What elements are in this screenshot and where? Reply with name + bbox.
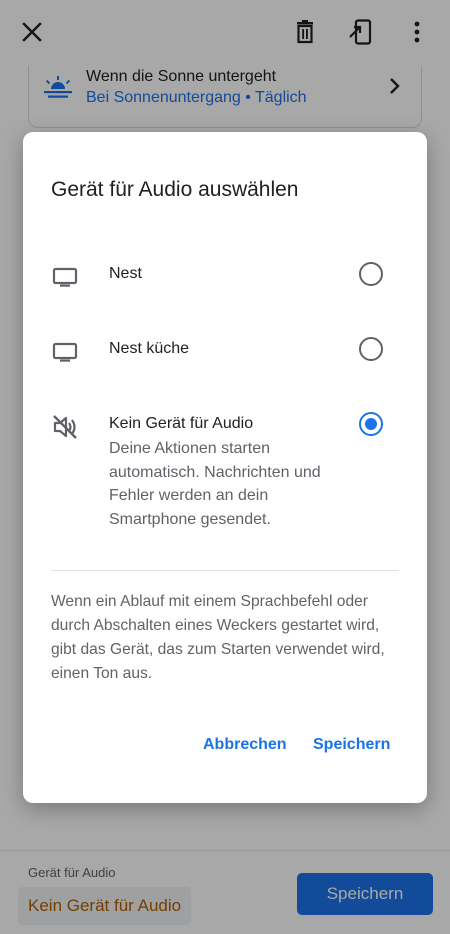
- dialog-info-text: Wenn ein Ablauf mit einem Sprachbefehl o…: [51, 593, 385, 682]
- radio-no-audio-device[interactable]: [359, 412, 383, 436]
- option-label: Nest: [109, 265, 142, 282]
- radio-nest[interactable]: [359, 262, 383, 286]
- option-description: Deine Aktionen starten automatisch. Nach…: [109, 440, 321, 528]
- dialog-divider: [51, 570, 399, 571]
- volume-off-icon: [51, 413, 79, 441]
- option-no-audio-device[interactable]: Kein Gerät für Audio Deine Aktionen star…: [23, 400, 427, 540]
- option-label: Kein Gerät für Audio: [109, 415, 254, 432]
- save-button[interactable]: Speichern: [313, 736, 390, 754]
- tv-icon: [51, 263, 79, 291]
- tv-icon: [51, 338, 79, 366]
- option-nest[interactable]: Nest: [23, 250, 427, 300]
- radio-nest-kueche[interactable]: [359, 337, 383, 361]
- audio-device-dialog: Gerät für Audio auswählen Nest Nest küch…: [23, 132, 427, 803]
- option-label: Nest küche: [109, 340, 190, 357]
- option-nest-kueche[interactable]: Nest küche: [23, 325, 427, 375]
- dialog-title: Gerät für Audio auswählen: [51, 178, 299, 201]
- cancel-button[interactable]: Abbrechen: [203, 736, 287, 754]
